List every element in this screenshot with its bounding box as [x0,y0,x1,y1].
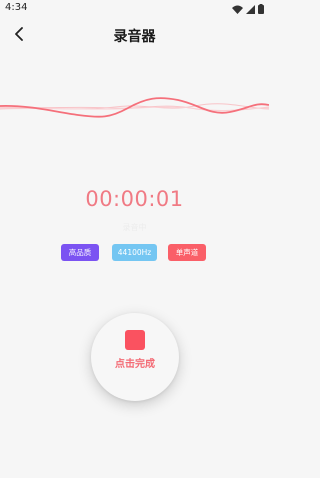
recording-status: 录音中 [122,223,147,232]
stop-icon [125,330,145,350]
recording-tags: 高品质 44100Hz 单声道 [0,244,269,261]
wifi-icon [232,5,243,14]
page-title: 录音器 [113,29,156,45]
waveform [0,97,269,118]
recording-timer: 00:00:01 [85,187,184,211]
battery-icon [258,4,264,14]
finish-recording-button[interactable]: 点击完成 [91,313,179,401]
channel-tag: 单声道 [168,244,206,261]
signal-icon [246,4,255,14]
status-bar: 4:34 [0,0,269,18]
app-bar: 录音器 [0,18,269,52]
status-time: 4:34 [5,2,28,13]
quality-tag: 高品质 [61,244,99,261]
sample-rate-tag: 44100Hz [112,244,157,261]
status-icons [232,4,264,14]
finish-recording-label: 点击完成 [115,359,155,370]
